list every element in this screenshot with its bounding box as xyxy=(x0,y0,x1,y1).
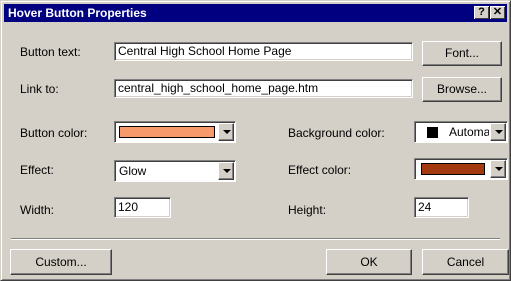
chevron-down-icon[interactable] xyxy=(218,162,234,180)
button-color-swatch xyxy=(119,126,215,138)
background-color-value: Automa xyxy=(449,125,489,139)
chevron-down-icon[interactable] xyxy=(490,123,506,141)
button-color-select[interactable] xyxy=(114,121,236,143)
width-label: Width: xyxy=(20,203,55,217)
close-button[interactable]: ✕ xyxy=(490,6,505,19)
browse-button[interactable]: Browse... xyxy=(422,77,502,102)
button-text-input[interactable]: Central High School Home Page xyxy=(114,42,413,61)
font-button[interactable]: Font... xyxy=(422,41,502,66)
effect-label: Effect: xyxy=(20,163,54,177)
link-to-label: Link to: xyxy=(20,82,59,96)
dialog-title: Hover Button Properties xyxy=(8,6,147,20)
button-color-label: Button color: xyxy=(20,126,88,140)
background-color-label: Background color: xyxy=(288,126,385,140)
effect-color-swatch xyxy=(421,163,485,175)
link-to-input[interactable]: central_high_school_home_page.htm xyxy=(114,79,413,98)
effect-select[interactable]: Glow xyxy=(114,160,236,182)
width-input[interactable]: 120 xyxy=(114,197,171,218)
effect-color-select[interactable] xyxy=(414,158,508,180)
ok-button[interactable]: OK xyxy=(326,249,412,275)
chevron-down-icon[interactable] xyxy=(218,123,234,141)
title-bar[interactable]: Hover Button Properties ? ✕ xyxy=(4,4,507,22)
chevron-down-icon[interactable] xyxy=(490,160,506,178)
cancel-button[interactable]: Cancel xyxy=(422,249,509,275)
hover-button-properties-dialog: Hover Button Properties ? ✕ Button text:… xyxy=(0,0,511,281)
effect-value: Glow xyxy=(119,164,147,178)
custom-button[interactable]: Custom... xyxy=(10,249,112,275)
help-button[interactable]: ? xyxy=(474,6,489,19)
effect-color-label: Effect color: xyxy=(288,163,352,177)
button-text-label: Button text: xyxy=(20,45,81,59)
background-color-select[interactable]: Automa xyxy=(414,121,508,143)
height-label: Height: xyxy=(288,203,327,217)
separator xyxy=(11,238,500,240)
height-input[interactable]: 24 xyxy=(414,197,469,218)
background-color-swatch xyxy=(427,127,438,138)
